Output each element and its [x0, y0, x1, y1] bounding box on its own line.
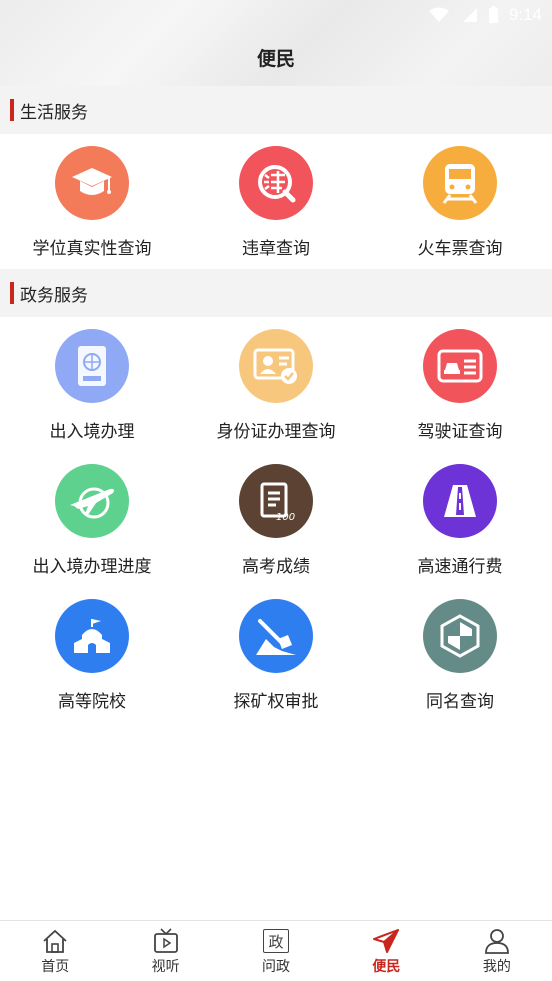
section-title: 生活服务 — [20, 102, 88, 123]
signal-icon — [462, 8, 477, 22]
service-label: 违章查询 — [242, 239, 310, 259]
tab-label: 视听 — [151, 959, 180, 975]
highway-icon — [423, 464, 497, 538]
id-card-icon — [239, 329, 313, 403]
service-driver-license[interactable]: 驾驶证查询 — [368, 329, 552, 459]
service-label: 身份证办理查询 — [216, 422, 336, 442]
service-label: 高等院校 — [58, 692, 126, 712]
exam-score-icon: 100 — [239, 464, 313, 538]
life-services-grid: 学位真实性查询 违章查询 火车票查询 — [0, 134, 552, 269]
politics-icon: 政 — [262, 927, 290, 955]
tab-convenience[interactable]: 便民 — [331, 921, 441, 981]
politics-glyph: 政 — [263, 929, 290, 953]
mining-shovel-icon — [239, 599, 313, 673]
tab-video[interactable]: 视听 — [110, 921, 220, 981]
tab-label: 我的 — [482, 959, 511, 975]
service-label: 出入境办理进度 — [32, 557, 152, 577]
airplane-icon — [55, 464, 129, 538]
service-mining-approval[interactable]: 探矿权审批 — [184, 599, 368, 729]
service-label: 出入境办理 — [49, 422, 135, 442]
service-train-ticket[interactable]: 火车票查询 — [368, 146, 552, 276]
university-icon — [55, 599, 129, 673]
section-header-gov-services: 政务服务 — [0, 269, 552, 317]
tab-label: 问政 — [262, 959, 291, 975]
train-icon — [423, 146, 497, 220]
section-title: 政务服务 — [20, 285, 88, 306]
status-time: 9:14 — [508, 5, 542, 24]
service-label: 高速通行费 — [417, 557, 503, 577]
user-icon — [483, 927, 511, 955]
home-icon — [41, 927, 69, 955]
service-university[interactable]: 高等院校 — [0, 599, 184, 729]
tv-icon — [152, 927, 180, 955]
traffic-violation-icon — [239, 146, 313, 220]
svg-text:100: 100 — [276, 512, 295, 523]
section-header-life-services: 生活服务 — [0, 86, 552, 134]
wifi-icon — [428, 7, 449, 22]
service-label: 火车票查询 — [417, 239, 503, 259]
service-id-card[interactable]: 身份证办理查询 — [184, 329, 368, 459]
service-label: 学位真实性查询 — [32, 239, 152, 259]
service-label: 同名查询 — [426, 692, 494, 712]
passport-icon — [55, 329, 129, 403]
service-exam-score[interactable]: 100 高考成绩 — [184, 464, 368, 594]
tab-profile[interactable]: 我的 — [442, 921, 552, 981]
service-label: 高考成绩 — [242, 557, 310, 577]
service-label: 探矿权审批 — [233, 692, 319, 712]
service-degree-verification[interactable]: 学位真实性查询 — [0, 146, 184, 276]
tab-label: 首页 — [41, 959, 70, 975]
driver-license-icon — [423, 329, 497, 403]
tab-politics[interactable]: 政 问政 — [221, 921, 331, 981]
tab-home[interactable]: 首页 — [0, 921, 110, 981]
section-accent-bar — [10, 99, 14, 121]
service-exit-entry[interactable]: 出入境办理 — [0, 329, 184, 459]
status-bar: 9:14 — [428, 4, 542, 26]
send-icon — [372, 927, 400, 955]
gov-services-grid: 出入境办理 身份证办理查询 驾驶证查询 出入境办理进度 100 高考成绩 高速通… — [0, 317, 552, 727]
bottom-tab-bar: 首页 视听 政 问政 便民 我的 — [0, 920, 552, 981]
battery-icon — [488, 6, 498, 23]
section-accent-bar — [10, 282, 14, 304]
page-title: 便民 — [256, 48, 295, 70]
service-exit-entry-progress[interactable]: 出入境办理进度 — [0, 464, 184, 594]
service-highway-toll[interactable]: 高速通行费 — [368, 464, 552, 594]
service-label: 驾驶证查询 — [417, 422, 503, 442]
service-same-name[interactable]: 同名查询 — [368, 599, 552, 729]
same-name-icon — [423, 599, 497, 673]
tab-label: 便民 — [372, 959, 401, 975]
header: 9:14 便民 — [0, 0, 552, 86]
service-traffic-violation[interactable]: 违章查询 — [184, 146, 368, 276]
graduation-cap-icon — [55, 146, 129, 220]
